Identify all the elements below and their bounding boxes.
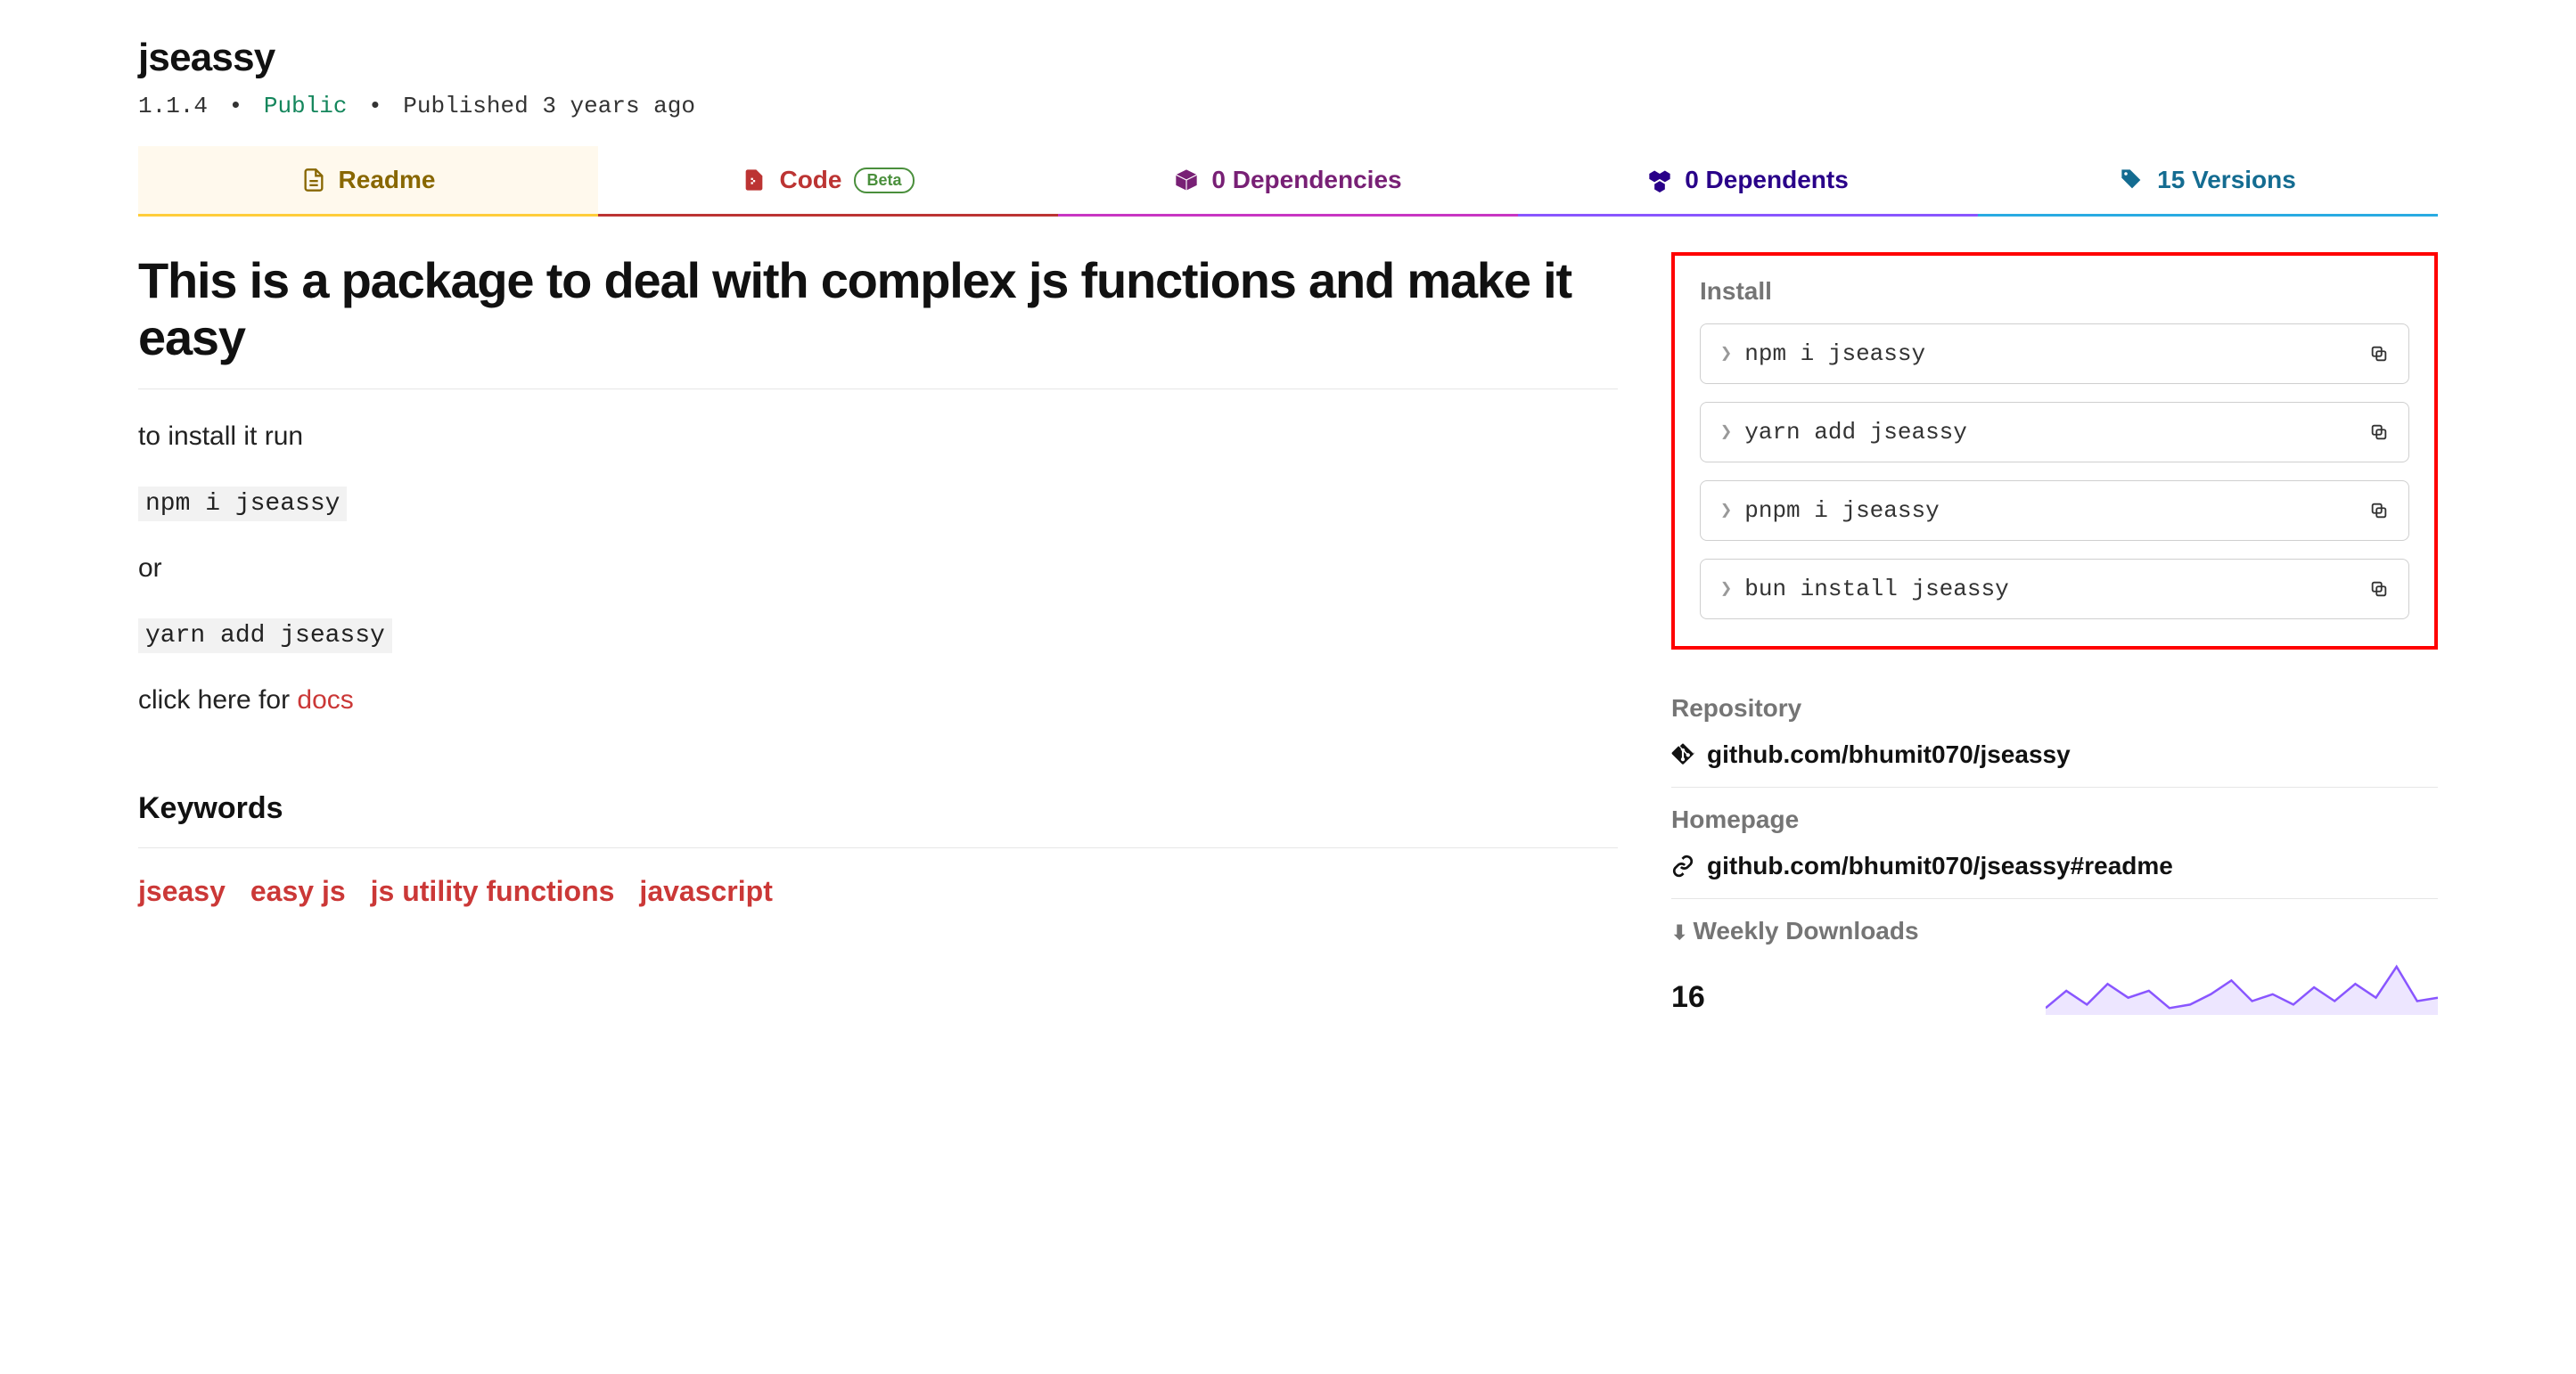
chevron-right-icon: ❯ (1720, 499, 1732, 522)
install-heading: Install (1700, 277, 2409, 306)
tab-dependencies-label: 0 Dependencies (1211, 166, 1401, 194)
package-title: jseassy (138, 36, 2438, 80)
readme-cmd-npm: npm i jseassy (138, 487, 347, 521)
box-icon (1174, 168, 1199, 192)
chevron-right-icon: ❯ (1720, 421, 1732, 444)
download-icon: ⬇ (1671, 921, 1687, 944)
readme-heading: This is a package to deal with complex j… (138, 252, 1618, 389)
copy-icon[interactable] (2369, 422, 2389, 442)
install-cmd-text: bun install jseassy (1744, 576, 2369, 602)
homepage-section: Homepage github.com/bhumit070/jseassy#re… (1671, 788, 2438, 899)
copy-icon[interactable] (2369, 579, 2389, 599)
tab-versions-label: 15 Versions (2157, 166, 2296, 194)
downloads-value: 16 (1671, 980, 1705, 1015)
copy-icon[interactable] (2369, 344, 2389, 364)
tabs-bar: Readme Code Beta 0 Dependencies 0 Depend… (138, 146, 2438, 217)
tab-dependents[interactable]: 0 Dependents (1518, 146, 1978, 217)
docs-link[interactable]: docs (297, 685, 353, 715)
install-panel: Install ❯ npm i jseassy ❯ yarn add jseas… (1671, 252, 2438, 650)
keyword-item[interactable]: javascript (639, 875, 772, 908)
homepage-heading: Homepage (1671, 806, 2438, 834)
keyword-item[interactable]: easy js (250, 875, 346, 908)
tab-dependents-label: 0 Dependents (1685, 166, 1849, 194)
install-cmd-text: pnpm i jseassy (1744, 497, 2369, 524)
install-cmd-bun[interactable]: ❯ bun install jseassy (1700, 559, 2409, 619)
readme-docs-prefix: click here for (138, 685, 297, 715)
package-meta: 1.1.4 • Public • Published 3 years ago (138, 93, 2438, 119)
tab-readme-label: Readme (339, 166, 436, 194)
copy-icon[interactable] (2369, 501, 2389, 520)
keywords-heading: Keywords (138, 791, 1618, 848)
meta-separator: • (229, 93, 243, 119)
repository-section: Repository github.com/bhumit070/jseassy (1671, 676, 2438, 788)
install-cmd-text: npm i jseassy (1744, 340, 2369, 367)
package-version: 1.1.4 (138, 93, 208, 119)
chevron-right-icon: ❯ (1720, 342, 1732, 365)
tab-dependencies[interactable]: 0 Dependencies (1058, 146, 1518, 217)
downloads-sparkline (2046, 963, 2438, 1015)
chevron-right-icon: ❯ (1720, 577, 1732, 601)
install-cmd-npm[interactable]: ❯ npm i jseassy (1700, 323, 2409, 384)
file-zip-icon (742, 168, 767, 192)
tab-versions[interactable]: 15 Versions (1978, 146, 2438, 217)
repository-link[interactable]: github.com/bhumit070/jseassy (1707, 740, 2071, 769)
tags-icon (2120, 168, 2145, 192)
install-cmd-yarn[interactable]: ❯ yarn add jseassy (1700, 402, 2409, 462)
install-cmd-text: yarn add jseassy (1744, 419, 2369, 446)
file-icon (301, 168, 326, 192)
meta-separator: • (368, 93, 382, 119)
homepage-link[interactable]: github.com/bhumit070/jseassy#readme (1707, 852, 2173, 880)
readme-install-text: to install it run (138, 416, 1618, 456)
repository-heading: Repository (1671, 694, 2438, 723)
readme-or: or (138, 548, 1618, 588)
keyword-item[interactable]: jseasy (138, 875, 226, 908)
tab-code[interactable]: Code Beta (598, 146, 1058, 217)
install-cmd-pnpm[interactable]: ❯ pnpm i jseassy (1700, 480, 2409, 541)
boxes-icon (1647, 168, 1672, 192)
beta-badge: Beta (854, 168, 914, 193)
readme-cmd-yarn: yarn add jseassy (138, 618, 392, 653)
keywords-list: jseasy easy js js utility functions java… (138, 875, 1618, 908)
keyword-item[interactable]: js utility functions (371, 875, 615, 908)
downloads-section: ⬇ Weekly Downloads 16 (1671, 899, 2438, 1033)
tab-code-label: Code (779, 166, 841, 194)
readme-docs-line: click here for docs (138, 680, 1618, 720)
package-published: Published 3 years ago (403, 93, 695, 119)
git-icon (1671, 743, 1694, 766)
tab-readme[interactable]: Readme (138, 146, 598, 217)
package-visibility: Public (264, 93, 348, 119)
downloads-heading: ⬇ Weekly Downloads (1671, 917, 2438, 945)
downloads-heading-text: Weekly Downloads (1693, 917, 1918, 945)
link-icon (1671, 855, 1694, 878)
